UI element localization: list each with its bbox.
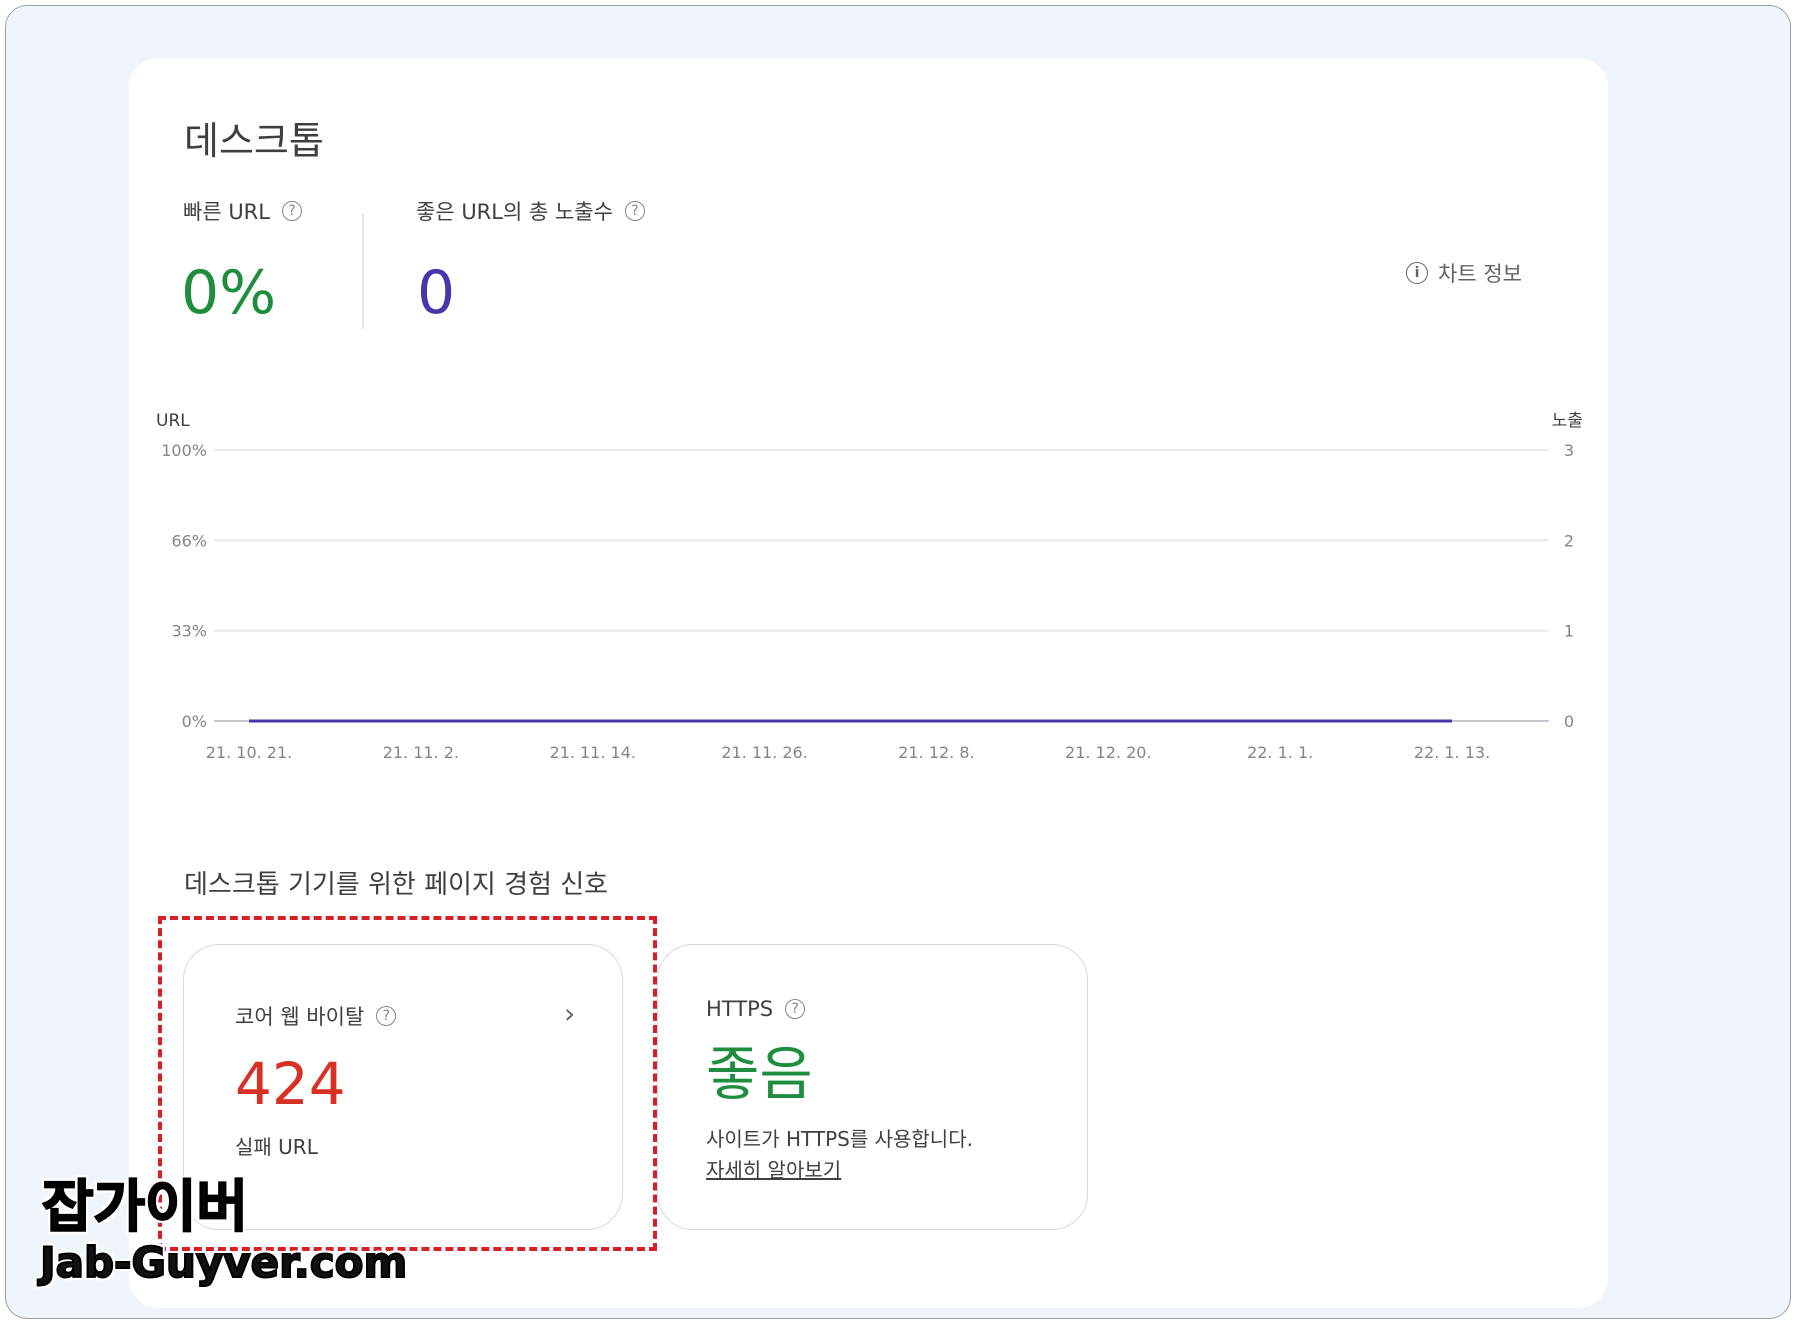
- cwv-label-text: 코어 웹 바이탈: [235, 1005, 365, 1029]
- watermark-title: 잡가이버: [41, 1174, 249, 1241]
- x-tick-label: 21. 11. 14.: [549, 743, 636, 762]
- y-tick-left: 66%: [171, 531, 207, 550]
- core-web-vitals-card[interactable]: 코어 웹 바이탈 ? › 424 실패 URL: [183, 944, 623, 1230]
- x-tick-label: 21. 11. 26.: [721, 743, 808, 762]
- urls-chart: URL 노출 100% 66% 33% 0% 3 2 1 0 21. 10. 21. 21. 11. …: [156, 411, 1583, 762]
- y-tick-right: 0: [1564, 712, 1574, 731]
- learn-more-link[interactable]: 자세히 알아보기: [706, 1154, 841, 1183]
- https-description: 사이트가 HTTPS를 사용합니다.: [706, 1127, 973, 1151]
- y-axis-left-label: URL: [156, 411, 190, 431]
- x-tick-label: 21. 12. 8.: [898, 743, 974, 762]
- y-tick-right: 2: [1564, 531, 1574, 550]
- x-tick-label: 21. 12. 20.: [1065, 743, 1152, 762]
- x-tick-label: 22. 1. 13.: [1414, 743, 1490, 762]
- https-label-text: HTTPS: [706, 997, 774, 1021]
- section-title: 데스크톱 기기를 위한 페이지 경험 신호: [184, 870, 609, 900]
- x-tick-label: 21. 10. 21.: [206, 743, 293, 762]
- y-tick-left: 33%: [171, 622, 207, 641]
- cwv-sub-label: 실패 URL: [235, 1135, 318, 1159]
- y-tick-right: 3: [1564, 441, 1574, 460]
- x-tick-label: 21. 11. 2.: [383, 743, 459, 762]
- help-icon[interactable]: ?: [785, 999, 806, 1019]
- watermark-url: Jab-Guyver.com: [39, 1237, 408, 1288]
- https-status: 좋음: [706, 1040, 813, 1108]
- cwv-label: 코어 웹 바이탈 ?: [235, 1001, 397, 1031]
- y-tick-left: 0%: [182, 712, 207, 731]
- chevron-right-icon[interactable]: ›: [564, 997, 575, 1030]
- y-tick-left: 100%: [161, 441, 207, 460]
- https-card[interactable]: HTTPS ? 좋음 사이트가 HTTPS를 사용합니다. 자세히 알아보기: [657, 944, 1088, 1230]
- y-axis-right-label: 노출: [1552, 411, 1583, 431]
- y-tick-right: 1: [1564, 622, 1574, 641]
- https-label: HTTPS ?: [706, 997, 806, 1021]
- desktop-card: 데스크톱 빠른 URL ? 0% 좋은 URL의 총 노출수 ? 0 i 차트 …: [129, 58, 1608, 1308]
- x-tick-label: 22. 1. 1.: [1247, 743, 1313, 762]
- cwv-failed-count: 424: [235, 1050, 346, 1118]
- help-icon[interactable]: ?: [376, 1006, 397, 1026]
